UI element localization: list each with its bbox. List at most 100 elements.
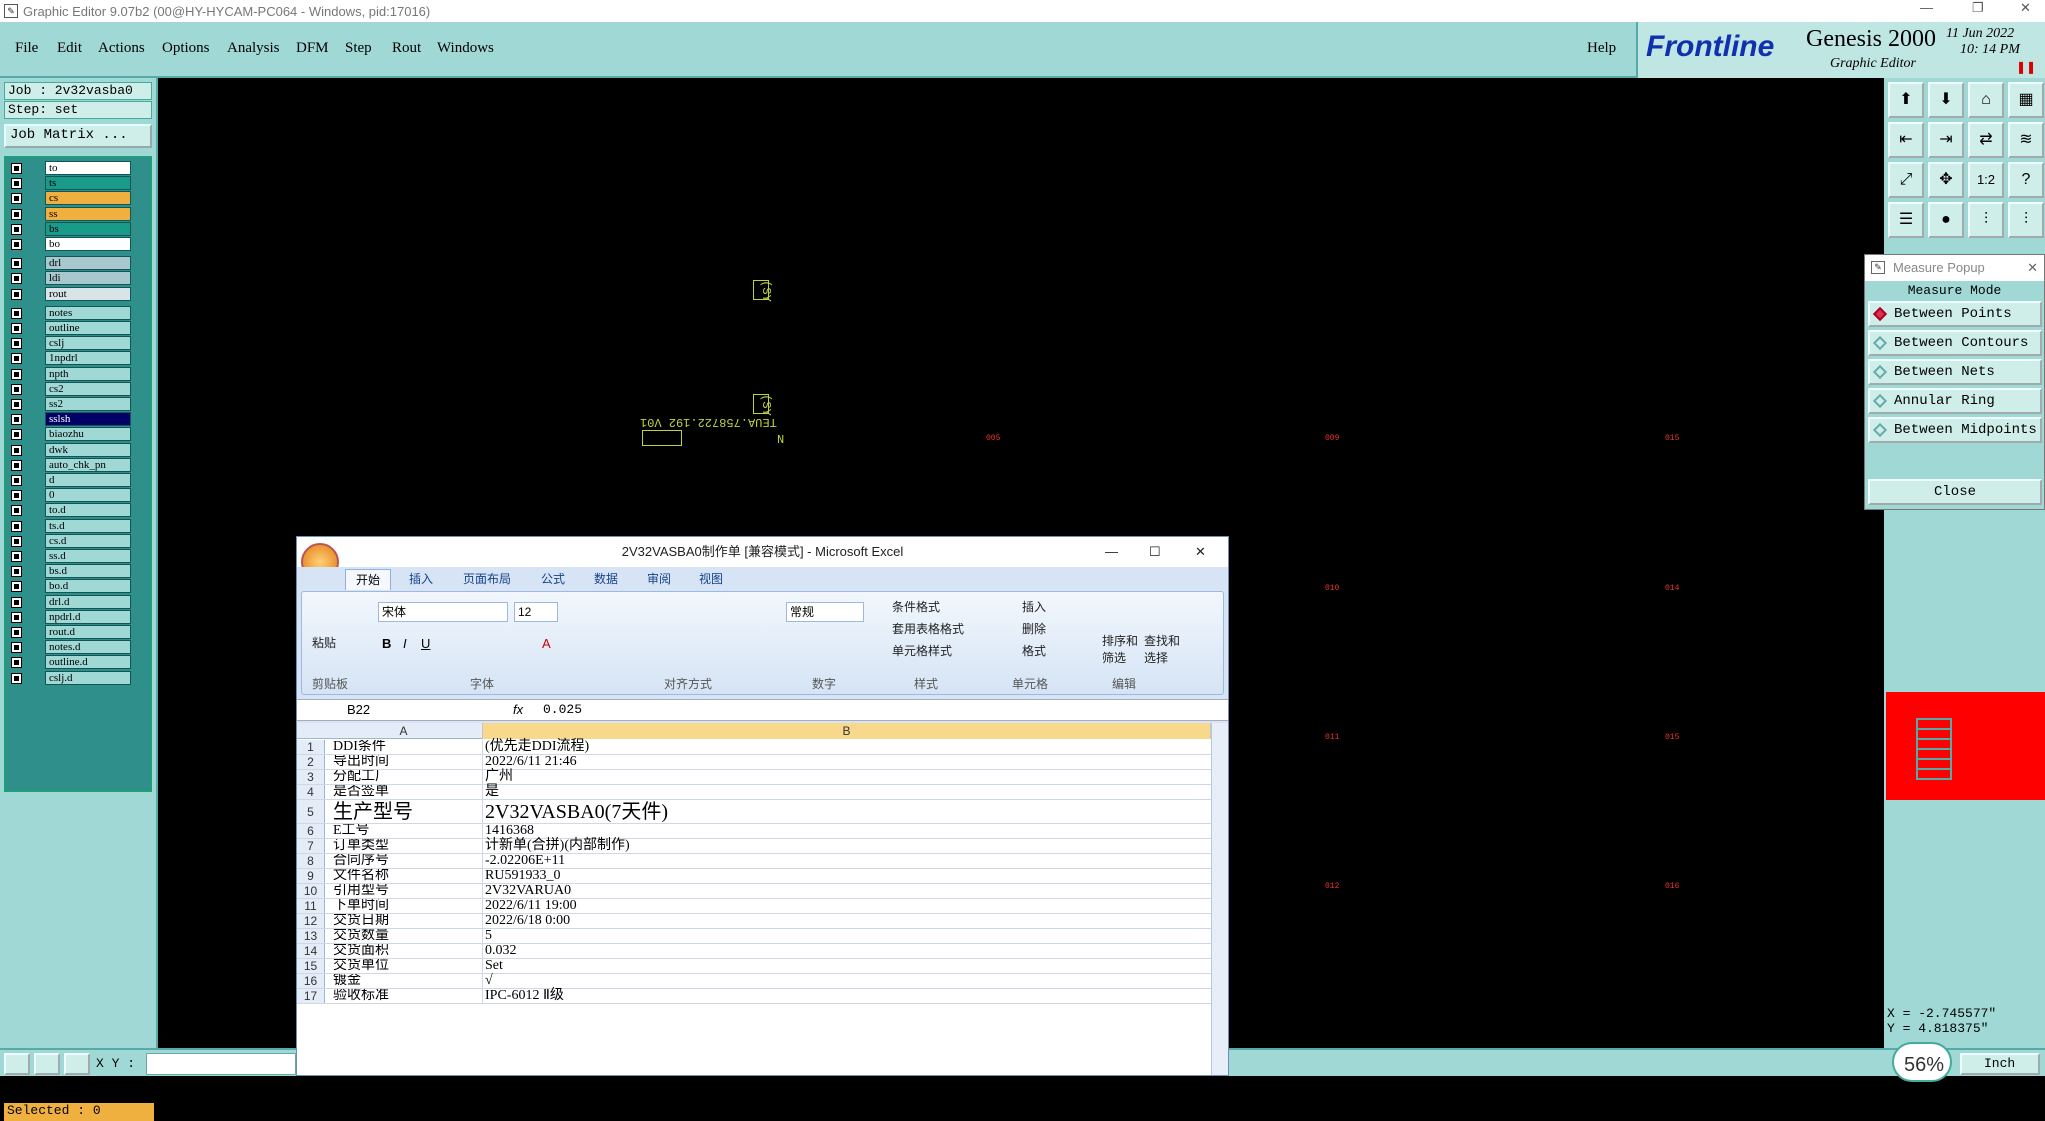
bottom-tool-3-icon[interactable]: [64, 1053, 90, 1075]
layer-checkbox[interactable]: [11, 163, 22, 174]
name-box[interactable]: B22: [347, 700, 370, 720]
font-name-box[interactable]: 宋体: [378, 602, 508, 622]
font-color-icon[interactable]: A: [542, 636, 551, 651]
job-matrix-button[interactable]: Job Matrix ...: [4, 124, 152, 148]
tab-review[interactable]: 审阅: [647, 569, 671, 589]
layer-checkbox[interactable]: [11, 444, 22, 456]
cell-b[interactable]: 2V32VARUA0: [483, 883, 571, 898]
cell-a[interactable]: 引用型号: [333, 884, 483, 898]
menu-edit[interactable]: Edit: [57, 40, 82, 57]
cell-a[interactable]: 导出时间: [333, 755, 483, 769]
layer-checkbox[interactable]: [11, 566, 22, 578]
layer-checkbox[interactable]: [11, 657, 22, 669]
layer-row[interactable]: notes: [9, 305, 151, 321]
menu-dfm[interactable]: DFM: [296, 40, 329, 57]
layer-checkbox[interactable]: [11, 323, 22, 334]
layer-checkbox[interactable]: [11, 672, 22, 684]
column-header-b[interactable]: B: [483, 723, 1211, 739]
cell-b[interactable]: 2V32VASBA0(7天件): [483, 800, 668, 823]
tab-page-layout[interactable]: 页面布局: [463, 569, 511, 589]
cell-a[interactable]: 合同序号: [333, 854, 483, 868]
layer-row[interactable]: notes.d: [9, 640, 151, 655]
layer-row[interactable]: ldi: [9, 271, 151, 286]
layer-checkbox[interactable]: [11, 208, 22, 220]
underline-button[interactable]: U: [421, 636, 430, 651]
close-window-button[interactable]: ✕: [2020, 0, 2031, 16]
layer-row[interactable]: cslj.d: [9, 670, 151, 686]
toolbar-icon-4[interactable]: ▦: [2008, 82, 2044, 118]
help-icon[interactable]: ?: [2008, 162, 2044, 198]
tab-data[interactable]: 数据: [594, 569, 618, 589]
cell-a[interactable]: 生产型号: [333, 800, 483, 823]
layer-row[interactable]: outline: [9, 321, 151, 336]
layer-row[interactable]: cs.d: [9, 533, 151, 549]
layer-row[interactable]: ts.d: [9, 518, 151, 534]
layer-row[interactable]: to: [9, 161, 151, 176]
layer-row[interactable]: drl.d: [9, 594, 151, 610]
number-format-box[interactable]: 常规: [786, 602, 864, 622]
layer-checkbox[interactable]: [11, 642, 22, 654]
layer-row[interactable]: ts: [9, 176, 151, 191]
measure-close-button[interactable]: Close: [1868, 479, 2042, 505]
toolbar-icon-7[interactable]: ⇄: [1968, 122, 2004, 158]
layer-checkbox[interactable]: [11, 520, 22, 532]
cell-a[interactable]: 交货日期: [333, 914, 483, 928]
maximize-button[interactable]: ❐: [1972, 0, 1984, 16]
layer-row[interactable]: outline.d: [9, 655, 151, 670]
layer-checkbox[interactable]: [11, 414, 22, 426]
cell-b[interactable]: 1416368: [483, 823, 534, 838]
mode-between-points[interactable]: Between Points: [1868, 301, 2042, 327]
cell-a[interactable]: 下单时间: [333, 899, 483, 913]
zoom-center-icon[interactable]: ✥: [1928, 162, 1964, 198]
mode-between-midpoints[interactable]: Between Midpoints: [1868, 417, 2042, 443]
toolbar-icon-14[interactable]: ●: [1928, 202, 1964, 238]
layer-checkbox[interactable]: [11, 535, 22, 547]
excel-maximize-button[interactable]: ☐: [1149, 537, 1161, 567]
cell-b[interactable]: Set: [483, 958, 503, 973]
format-as-table-button[interactable]: 套用表格格式: [892, 620, 964, 637]
fx-icon[interactable]: fx: [513, 700, 523, 720]
layer-checkbox[interactable]: [11, 596, 22, 608]
tab-formulas[interactable]: 公式: [541, 569, 565, 589]
layer-checkbox[interactable]: [11, 475, 22, 486]
layer-row[interactable]: drl: [9, 256, 151, 271]
scale-1-2-icon[interactable]: 1:2: [1968, 162, 2004, 198]
toolbar-icon-1[interactable]: ⬆: [1888, 82, 1924, 118]
find-select-button[interactable]: 查找和选择: [1144, 632, 1184, 666]
cell-a[interactable]: DDI条件: [333, 740, 483, 754]
cell-b[interactable]: 广州: [483, 769, 513, 784]
tab-insert[interactable]: 插入: [409, 569, 433, 589]
layer-row[interactable]: dwk: [9, 442, 151, 458]
cell-b[interactable]: 5: [483, 928, 492, 943]
unit-button[interactable]: Inch: [1960, 1053, 2040, 1075]
toolbar-icon-2[interactable]: ⬇: [1928, 82, 1964, 118]
toolbar-icon-13[interactable]: ☰: [1888, 202, 1924, 238]
layer-checkbox[interactable]: [11, 178, 22, 190]
layer-checkbox[interactable]: [11, 288, 22, 300]
layer-row[interactable]: bs.d: [9, 564, 151, 579]
vertical-scrollbar[interactable]: [1211, 723, 1228, 1075]
menu-step[interactable]: Step: [345, 40, 372, 57]
mode-annular-ring[interactable]: Annular Ring: [1868, 388, 2042, 414]
conditional-format-button[interactable]: 条件格式: [892, 598, 940, 615]
cell-a[interactable]: 文件名称: [333, 869, 483, 883]
excel-minimize-button[interactable]: —: [1105, 537, 1118, 567]
layer-checkbox[interactable]: [11, 258, 22, 270]
delete-cells-button[interactable]: 删除: [1022, 620, 1046, 637]
cell-b[interactable]: 0.032: [483, 943, 517, 958]
cell-a[interactable]: E工号: [333, 824, 483, 838]
column-header-a[interactable]: A: [325, 723, 483, 739]
layer-row[interactable]: ss2: [9, 397, 151, 412]
layer-checkbox[interactable]: [11, 429, 22, 441]
bottom-tool-2-icon[interactable]: [34, 1053, 60, 1075]
xy-input[interactable]: [146, 1053, 296, 1075]
layer-row[interactable]: npth: [9, 366, 151, 382]
cell-b[interactable]: (优先走DDI流程): [483, 739, 589, 754]
layer-checkbox[interactable]: [11, 399, 22, 410]
menu-file[interactable]: File: [15, 40, 38, 57]
layer-checkbox[interactable]: [11, 581, 22, 593]
cell-a[interactable]: 交货面积: [333, 944, 483, 958]
cell-a[interactable]: 交货数量: [333, 929, 483, 943]
menu-analysis[interactable]: Analysis: [227, 40, 280, 57]
font-size-box[interactable]: 12: [514, 602, 558, 622]
